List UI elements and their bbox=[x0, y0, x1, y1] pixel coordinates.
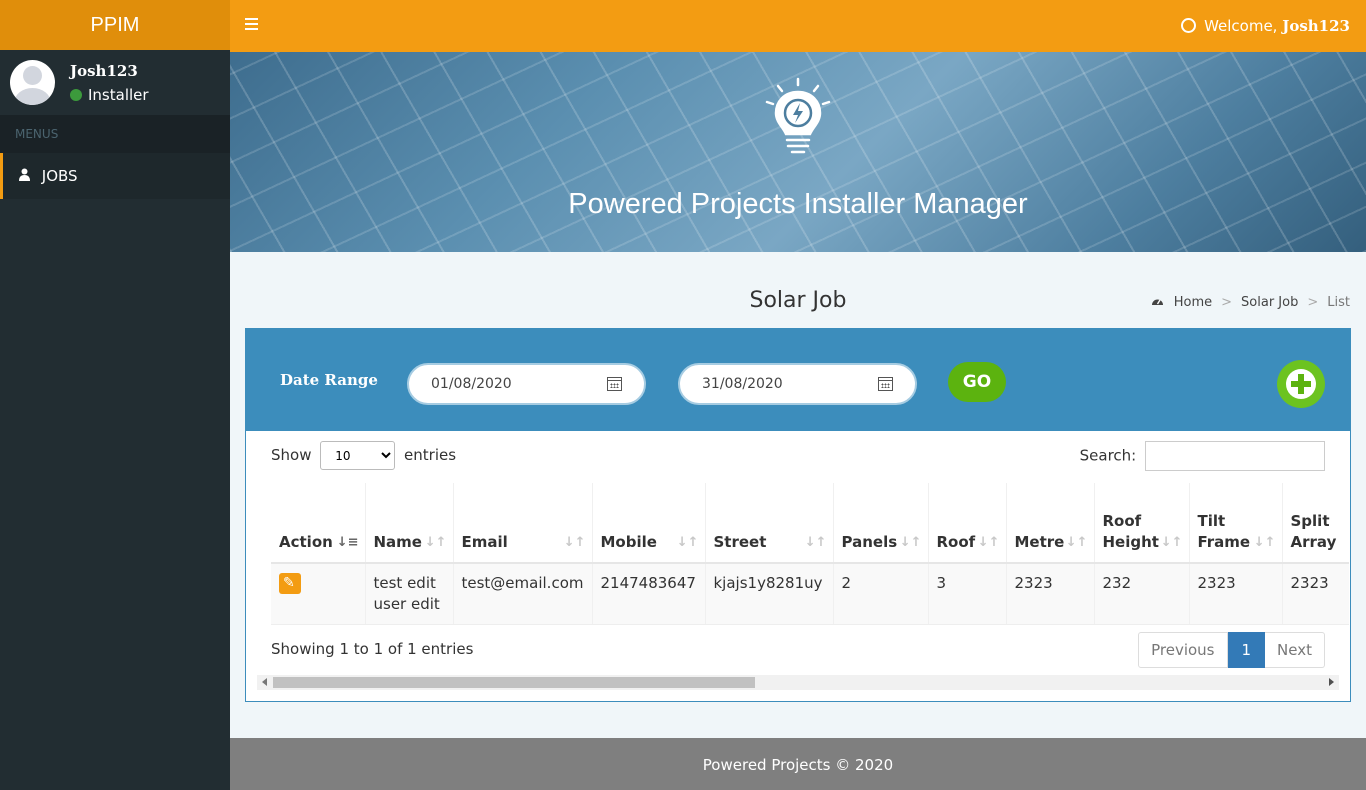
cell-name: test edit user edit bbox=[365, 563, 454, 625]
sort-icon: ↓↑ bbox=[977, 535, 1000, 550]
jobs-table: Action ↓≡ Name ↓↑ Email ↓↑ Mobile ↓↑ Street ↓… bbox=[271, 483, 1349, 625]
sort-icon: ↓↑ bbox=[899, 535, 922, 550]
column-header-email[interactable]: Email ↓↑ bbox=[453, 483, 593, 564]
column-header-split-array[interactable]: Split Array bbox=[1282, 483, 1349, 564]
lightbulb-icon bbox=[765, 77, 831, 154]
sort-icon: ↓↑ bbox=[563, 535, 586, 550]
cell-action bbox=[271, 563, 366, 625]
sidebar: PPIM Josh123 Installer MENUS JOBS bbox=[0, 0, 230, 790]
cell-mobile: 2147483647 bbox=[592, 563, 706, 625]
cell-tilt-frame: 2323 bbox=[1189, 563, 1283, 625]
user-name: Josh123 bbox=[70, 62, 138, 80]
cell-email: test@email.com bbox=[453, 563, 593, 625]
sort-icon: ↓↑ bbox=[1160, 535, 1183, 550]
breadcrumb-section[interactable]: Solar Job bbox=[1241, 295, 1298, 310]
column-header-roof[interactable]: Roof ↓↑ bbox=[928, 483, 1007, 564]
calendar-icon[interactable] bbox=[607, 377, 622, 391]
go-button[interactable]: GO bbox=[948, 362, 1006, 402]
horizontal-scrollbar[interactable] bbox=[257, 675, 1339, 690]
date-from-value: 01/08/2020 bbox=[431, 376, 512, 392]
sort-icon: ↓↑ bbox=[804, 535, 827, 550]
breadcrumb-current: List bbox=[1327, 295, 1350, 310]
pagination: Previous 1 Next bbox=[1138, 632, 1325, 668]
date-range-label: Date Range bbox=[280, 371, 378, 389]
jobs-box: Date Range 01/08/2020 31/08/2020 GO Show… bbox=[245, 328, 1351, 702]
hero-title: Powered Projects Installer Manager bbox=[568, 188, 1028, 220]
user-panel: Josh123 Installer bbox=[0, 50, 230, 115]
hero-banner: Powered Projects Installer Manager bbox=[230, 52, 1366, 252]
welcome-prefix: Welcome, bbox=[1204, 17, 1278, 35]
search-label: Search: bbox=[1079, 446, 1137, 465]
table-info: Showing 1 to 1 of 1 entries bbox=[271, 640, 474, 658]
top-bar: Welcome, Josh123 bbox=[230, 0, 1366, 52]
cell-panels: 2 bbox=[833, 563, 929, 625]
search-control: Search: bbox=[1080, 441, 1325, 471]
online-status-icon bbox=[70, 89, 82, 101]
user-role: Installer bbox=[88, 86, 149, 104]
welcome-user: Josh123 bbox=[1282, 17, 1350, 35]
sidebar-item-jobs[interactable]: JOBS bbox=[0, 153, 230, 199]
menu-toggle-icon[interactable] bbox=[245, 18, 258, 33]
brand-logo[interactable]: PPIM bbox=[0, 0, 230, 50]
scroll-right-icon[interactable] bbox=[1329, 678, 1334, 686]
user-icon bbox=[19, 153, 37, 199]
column-header-roof-height[interactable]: Roof Height ↓↑ bbox=[1094, 483, 1190, 564]
sidebar-item-label: JOBS bbox=[41, 167, 78, 185]
previous-button[interactable]: Previous bbox=[1138, 632, 1228, 668]
calendar-icon[interactable] bbox=[878, 377, 893, 391]
cell-roof-height: 232 bbox=[1094, 563, 1190, 625]
edit-icon[interactable] bbox=[279, 573, 301, 594]
column-header-tilt-frame[interactable]: Tilt Frame ↓↑ bbox=[1189, 483, 1283, 564]
entries-label: entries bbox=[404, 446, 457, 464]
sort-icon: ↓↑ bbox=[1253, 535, 1276, 550]
column-header-mobile[interactable]: Mobile ↓↑ bbox=[592, 483, 706, 564]
add-job-button[interactable] bbox=[1277, 360, 1325, 408]
cell-street: kjajs1y8281uy bbox=[705, 563, 834, 625]
page-1-button[interactable]: 1 bbox=[1227, 632, 1266, 668]
cell-metre: 2323 bbox=[1006, 563, 1095, 625]
table-row: test edit user edit test@email.com 21474… bbox=[271, 563, 1349, 625]
show-label: Show bbox=[271, 446, 312, 464]
column-header-metre[interactable]: Metre ↓↑ bbox=[1006, 483, 1095, 564]
welcome-message[interactable]: Welcome, Josh123 bbox=[1181, 0, 1350, 52]
dashboard-icon bbox=[1151, 295, 1174, 310]
sort-asc-icon: ↓≡ bbox=[336, 535, 359, 550]
next-button[interactable]: Next bbox=[1265, 632, 1325, 668]
scroll-left-icon[interactable] bbox=[262, 678, 267, 686]
user-status: Installer bbox=[70, 86, 149, 104]
avatar bbox=[10, 60, 55, 105]
filter-bar: Date Range 01/08/2020 31/08/2020 GO bbox=[246, 329, 1350, 431]
user-circle-icon bbox=[1181, 18, 1197, 33]
date-from-input[interactable]: 01/08/2020 bbox=[407, 363, 646, 405]
search-input[interactable] bbox=[1145, 441, 1325, 471]
sort-icon: ↓↑ bbox=[1065, 535, 1088, 550]
cell-split-array: 2323 bbox=[1282, 563, 1349, 625]
column-header-street[interactable]: Street ↓↑ bbox=[705, 483, 834, 564]
menu-header: MENUS bbox=[0, 115, 230, 153]
scrollbar-thumb[interactable] bbox=[273, 677, 755, 688]
sort-icon: ↓↑ bbox=[676, 535, 699, 550]
table-header-row: Action ↓≡ Name ↓↑ Email ↓↑ Mobile ↓↑ Street ↓… bbox=[271, 483, 1349, 564]
date-to-input[interactable]: 31/08/2020 bbox=[678, 363, 917, 405]
cell-roof: 3 bbox=[928, 563, 1007, 625]
page-size-control: Show 10 entries bbox=[271, 441, 456, 470]
footer: Powered Projects © 2020 bbox=[230, 738, 1366, 790]
date-to-value: 31/08/2020 bbox=[702, 376, 783, 392]
breadcrumb-home[interactable]: Home bbox=[1174, 295, 1212, 310]
page-size-select[interactable]: 10 bbox=[320, 441, 396, 470]
breadcrumb: Home > Solar Job > List bbox=[1151, 295, 1350, 310]
column-header-name[interactable]: Name ↓↑ bbox=[365, 483, 454, 564]
sort-icon: ↓↑ bbox=[424, 535, 447, 550]
plus-icon bbox=[1286, 369, 1316, 399]
column-header-panels[interactable]: Panels ↓↑ bbox=[833, 483, 929, 564]
column-header-action[interactable]: Action ↓≡ bbox=[271, 483, 366, 564]
